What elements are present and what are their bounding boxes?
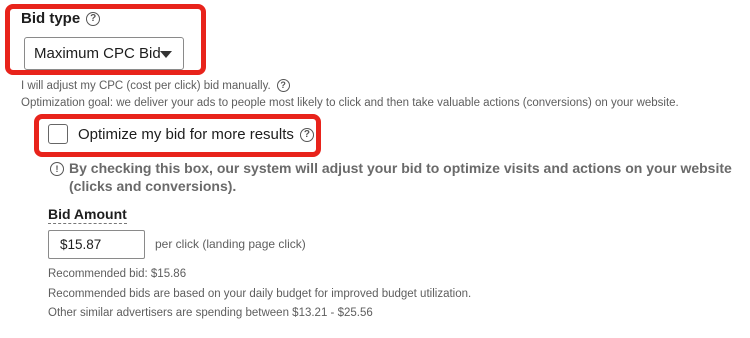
optimize-bid-label-text: Optimize my bid for more results [78,126,294,143]
bid-type-title: Bid type [21,10,81,27]
optimization-goal-text: Optimization goal: we deliver your ads t… [21,97,679,109]
optimize-info-text: By checking this box, our system will ad… [69,160,732,176]
optimize-info-text-continued: (clicks and conversions). [69,178,237,194]
help-icon[interactable]: ? [276,79,290,92]
optimize-bid-checkbox[interactable] [48,124,68,144]
bid-unit-label: per click (landing page click) [155,237,306,251]
bid-amount-input[interactable] [48,230,145,259]
competitor-bid-range: Other similar advertisers are spending b… [48,307,373,319]
bid-type-heading: Bid type ? [21,10,101,27]
help-icon[interactable]: ? [299,127,314,142]
caret-down-icon [160,51,172,58]
info-icon: ! [50,162,64,176]
optimize-bid-label[interactable]: Optimize my bid for more results ? [78,126,314,143]
bid-type-select[interactable]: Maximum CPC Bid [24,37,184,70]
adjust-text: I will adjust my CPC (cost per click) bi… [21,79,271,92]
bid-type-selected-value: Maximum CPC Bid [34,45,161,62]
bid-type-description: I will adjust my CPC (cost per click) bi… [21,79,290,92]
recommended-bid-text: Recommended bid: $15.86 [48,268,187,280]
recommended-bid-explanation: Recommended bids are based on your daily… [48,288,472,300]
help-icon[interactable]: ? [86,11,101,26]
bid-settings-panel: Bid type ? Maximum CPC Bid I will adjust… [0,0,750,338]
bid-amount-heading[interactable]: Bid Amount [48,206,127,224]
